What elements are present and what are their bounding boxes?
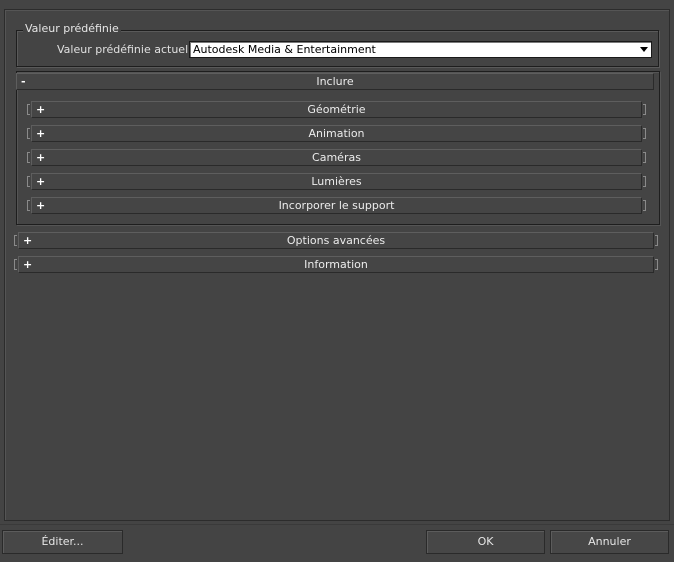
embed-media-rollout-title: Incorporer le support [278,199,395,212]
current-preset-value: Autodesk Media & Entertainment [193,43,376,56]
current-preset-dropdown[interactable]: Autodesk Media & Entertainment [189,41,652,58]
ok-button[interactable]: OK [426,530,545,554]
bracket-icon [643,104,646,115]
include-rollout-title: Inclure [316,75,354,88]
expand-icon: + [36,151,46,164]
expand-icon: + [36,127,46,140]
lights-rollout-title: Lumières [311,175,362,188]
lights-rollout-header[interactable]: + Lumières [27,173,646,190]
expand-icon: + [36,199,46,212]
bracket-icon [14,235,17,246]
export-options-panel: Valeur prédéfinie Valeur prédéfinie actu… [4,9,670,521]
preset-groupbox: Valeur prédéfinie Valeur prédéfinie actu… [16,22,659,67]
animation-rollout-header[interactable]: + Animation [27,125,646,142]
bracket-icon [643,176,646,187]
geometry-rollout-header[interactable]: + Géométrie [27,101,646,118]
cameras-rollout-title: Caméras [312,151,361,164]
expand-icon: + [36,103,46,116]
include-rollout-header[interactable]: - Inclure [16,73,654,90]
footer-separator [0,524,674,525]
collapse-icon: - [21,75,26,88]
information-rollout-header[interactable]: + Information [14,256,658,273]
information-title: Information [304,258,368,271]
embed-media-rollout-header[interactable]: + Incorporer le support [27,197,646,214]
advanced-options-title: Options avancées [286,234,386,247]
bracket-icon [27,152,30,163]
bracket-icon [14,259,17,270]
cameras-rollout-header[interactable]: + Caméras [27,149,646,166]
bracket-icon [643,200,646,211]
bracket-icon [27,200,30,211]
bracket-icon [655,235,658,246]
advanced-options-rollout-header[interactable]: + Options avancées [14,232,658,249]
include-rollout: - Inclure + Géométrie + Animation + Camé… [16,71,660,225]
bracket-icon [27,128,30,139]
dropdown-arrow-icon[interactable] [640,47,648,52]
geometry-rollout-title: Géométrie [307,103,366,116]
bracket-icon [643,128,646,139]
expand-icon: + [23,234,33,247]
edit-button[interactable]: Éditer... [2,530,123,554]
bracket-icon [27,176,30,187]
animation-rollout-title: Animation [308,127,365,140]
bracket-icon [655,259,658,270]
expand-icon: + [23,258,33,271]
bracket-icon [27,104,30,115]
preset-groupbox-title: Valeur prédéfinie [23,22,121,36]
bracket-icon [643,152,646,163]
expand-icon: + [36,175,46,188]
current-preset-label: Valeur prédéfinie actuelle: [57,43,202,56]
cancel-button[interactable]: Annuler [550,530,669,554]
